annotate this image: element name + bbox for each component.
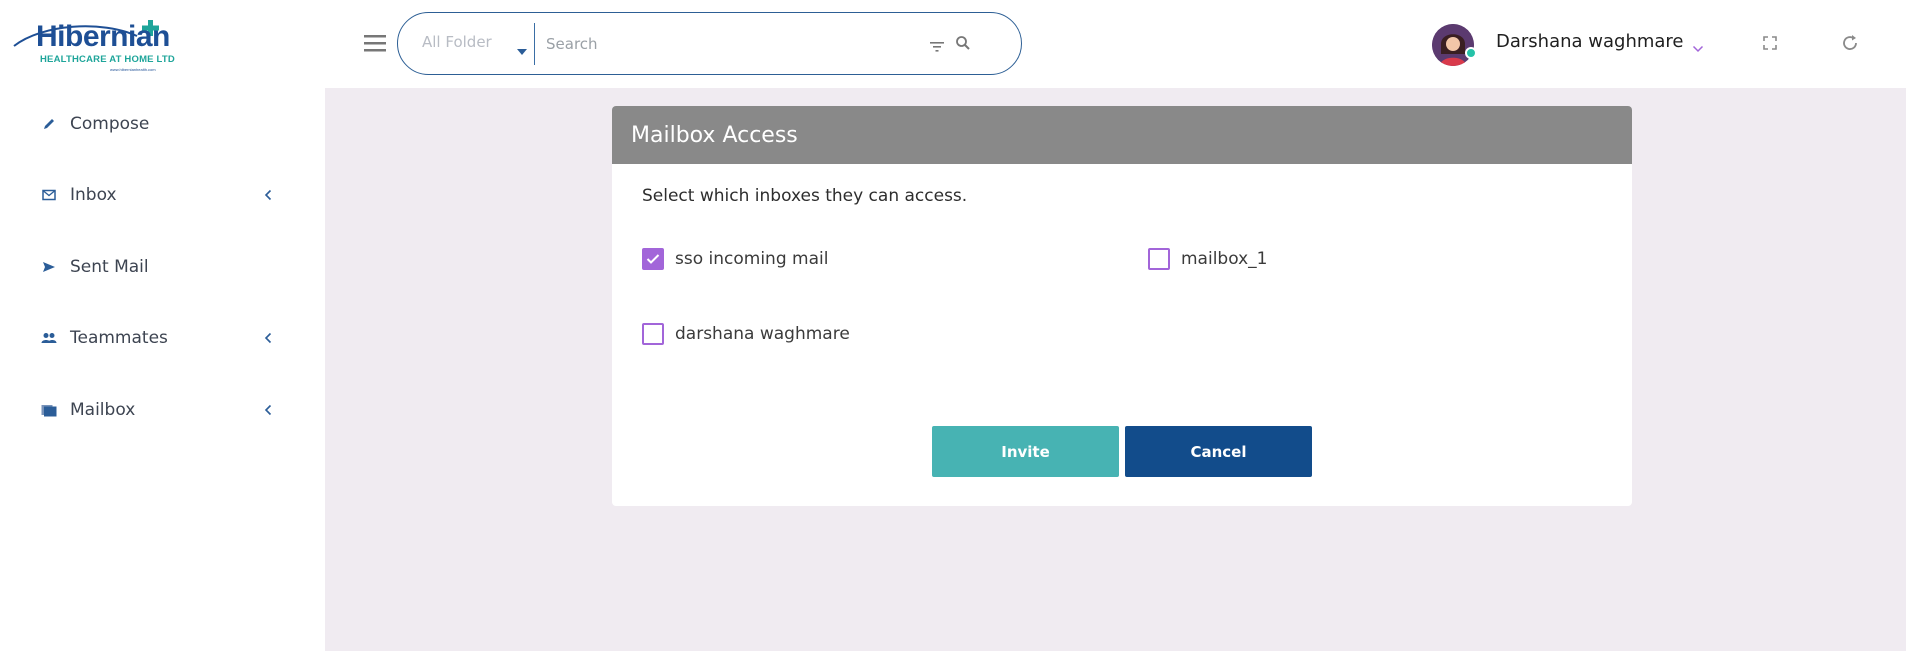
option-darshana-waghmare[interactable]: darshana waghmare (642, 323, 850, 345)
people-icon (40, 329, 58, 347)
sidebar-item-label: Sent Mail (70, 257, 149, 277)
checkbox-label: sso incoming mail (675, 249, 829, 269)
modal-header: Mailbox Access (612, 106, 1632, 164)
fullscreen-icon[interactable] (1762, 35, 1778, 55)
sidebar-item-mailbox[interactable]: Mailbox (40, 395, 285, 425)
user-avatar[interactable] (1432, 24, 1474, 66)
checkbox-label: darshana waghmare (675, 324, 850, 344)
sidebar-item-inbox[interactable]: Inbox (40, 180, 285, 210)
checkbox-checked[interactable] (642, 248, 664, 270)
checkbox-label: mailbox_1 (1181, 249, 1268, 269)
search-bar: All Folder (397, 12, 1022, 75)
checkbox-unchecked[interactable] (642, 323, 664, 345)
send-icon (40, 258, 58, 276)
chevron-left-icon[interactable] (261, 187, 275, 203)
cancel-button[interactable]: Cancel (1125, 426, 1312, 477)
sidebar-item-label: Mailbox (70, 400, 136, 420)
pencil-icon (40, 115, 58, 133)
option-mailbox-1[interactable]: mailbox_1 (1148, 248, 1267, 270)
envelope-icon (40, 186, 58, 204)
filter-icon[interactable] (929, 38, 945, 57)
refresh-icon[interactable] (1840, 33, 1860, 57)
avatar-portrait-icon (1432, 24, 1474, 66)
user-name[interactable]: Darshana waghmare (1496, 31, 1684, 52)
sidebar-item-label: Inbox (70, 185, 117, 205)
search-divider (534, 23, 535, 65)
sidebar-item-label: Teammates (70, 328, 168, 348)
chevron-left-icon[interactable] (261, 402, 275, 418)
option-sso-incoming-mail[interactable]: sso incoming mail (642, 248, 828, 270)
search-input[interactable] (546, 27, 906, 61)
brand-name: Hibernian (36, 20, 170, 53)
sidebar-item-label: Compose (70, 114, 150, 134)
sidebar-item-teammates[interactable]: Teammates (40, 323, 285, 353)
brand-logo[interactable]: Hibernian HEALTHCARE AT HOME LTD www.hib… (12, 14, 175, 74)
sidebar-item-compose[interactable]: Compose (40, 109, 285, 139)
top-header: All Folder Darshana waghmare (325, 0, 1906, 88)
online-status-dot (1465, 47, 1477, 59)
invite-button[interactable]: Invite (932, 426, 1119, 477)
sidebar: Hibernian HEALTHCARE AT HOME LTD www.hib… (0, 0, 325, 651)
chevron-left-icon[interactable] (261, 330, 275, 346)
brand-url: www.hibernianhealth.com (110, 67, 156, 72)
sidebar-item-sent-mail[interactable]: Sent Mail (40, 252, 285, 282)
caret-down-icon[interactable] (516, 41, 528, 60)
checkmark-icon (646, 254, 660, 264)
folder-select[interactable]: All Folder (422, 33, 492, 51)
chevron-down-icon[interactable] (1692, 38, 1704, 57)
main-content: Mailbox Access Select which inboxes they… (325, 88, 1906, 651)
search-icon[interactable] (955, 35, 971, 55)
modal-description: Select which inboxes they can access. (642, 186, 968, 206)
folder-icon (40, 401, 58, 419)
hamburger-menu-icon[interactable] (363, 33, 387, 53)
brand-tagline: HEALTHCARE AT HOME LTD (40, 54, 175, 65)
modal-title: Mailbox Access (631, 122, 798, 148)
checkbox-unchecked[interactable] (1148, 248, 1170, 270)
mailbox-access-modal: Mailbox Access Select which inboxes they… (612, 106, 1632, 506)
